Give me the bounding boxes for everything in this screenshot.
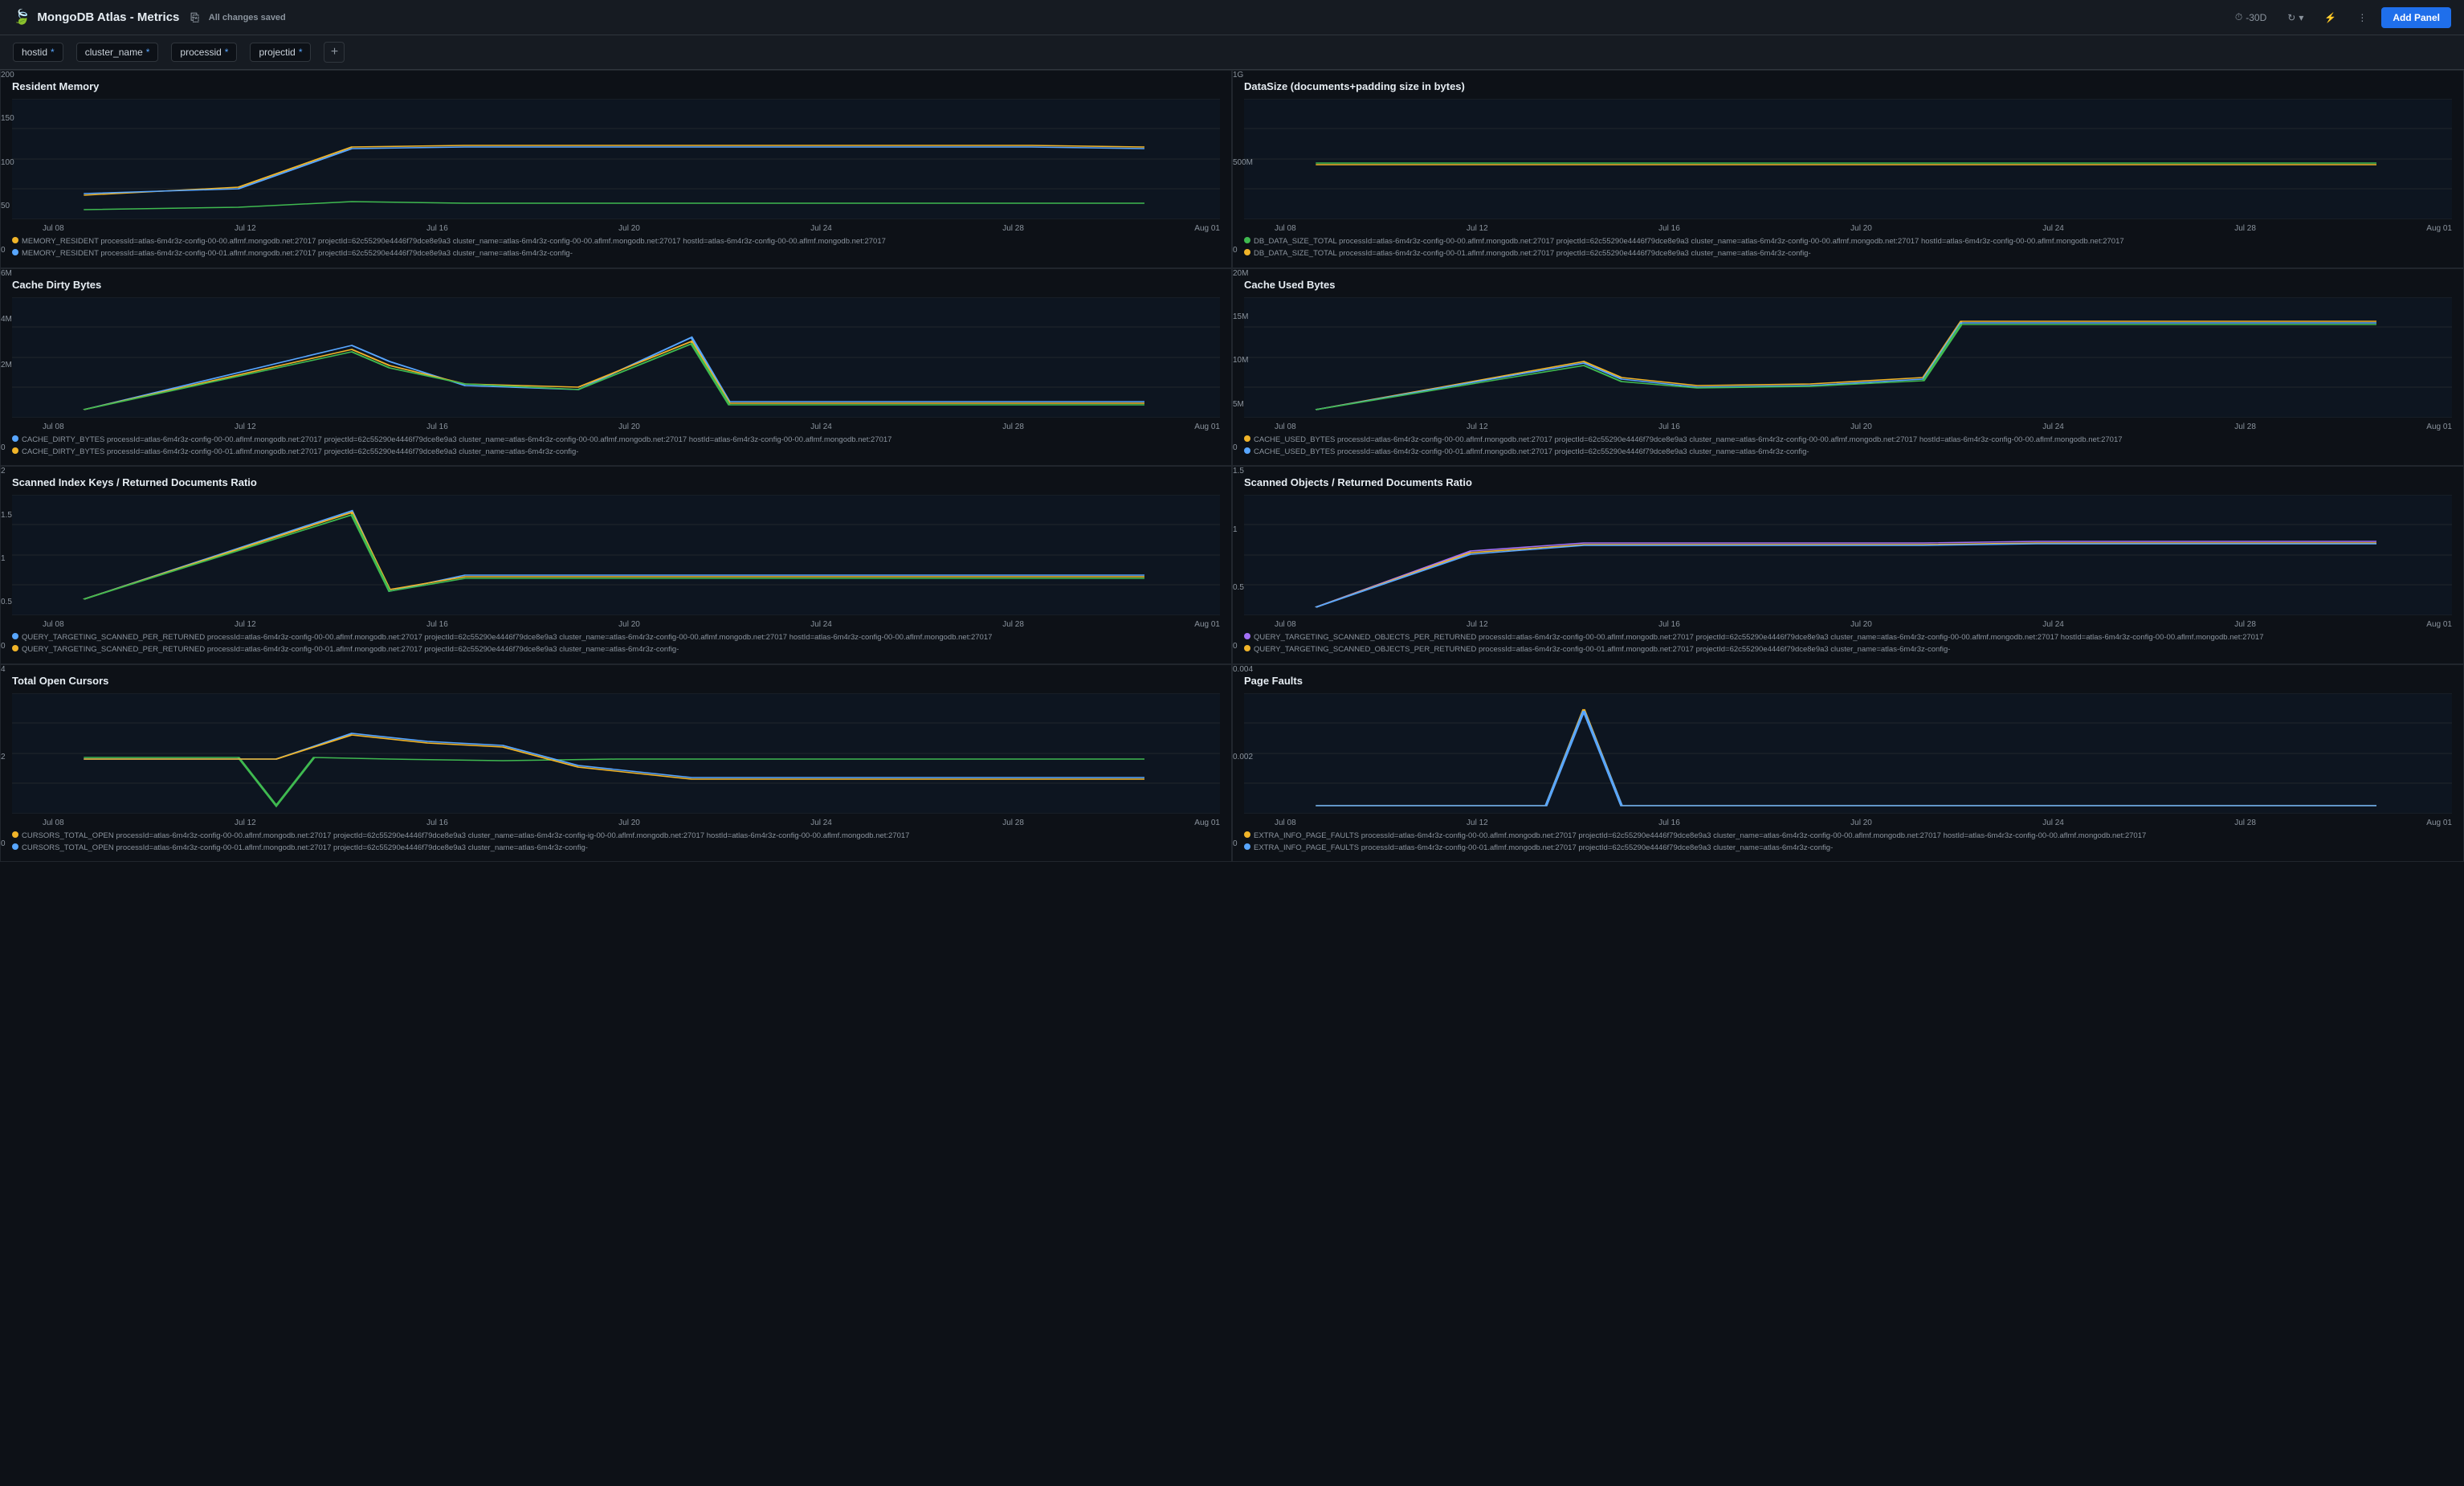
more-btn[interactable]: ⋮ xyxy=(2351,9,2373,27)
chevron-down-icon: ▾ xyxy=(2299,12,2303,23)
chart-legend: MEMORY_RESIDENT processId=atlas-6m4r3z-c… xyxy=(12,236,1220,261)
x-axis: Jul 08Jul 12Jul 16Jul 20Jul 24Jul 28Aug … xyxy=(1244,618,2452,629)
chart-legend: EXTRA_INFO_PAGE_FAULTS processId=atlas-6… xyxy=(1244,831,2452,855)
chart-svg xyxy=(1244,495,2452,615)
refresh-btn[interactable]: ↻ ▾ xyxy=(2281,9,2310,27)
x-axis: Jul 08Jul 12Jul 16Jul 20Jul 24Jul 28Aug … xyxy=(1244,817,2452,827)
app-header: 🍃 MongoDB Atlas - Metrics ⎘ All changes … xyxy=(0,0,2464,35)
x-axis: Jul 08Jul 12Jul 16Jul 20Jul 24Jul 28Aug … xyxy=(12,222,1220,233)
chart-svg xyxy=(12,495,1220,615)
chart-svg xyxy=(12,99,1220,219)
filter-cluster-name[interactable]: cluster_name * xyxy=(76,43,159,62)
panel-title: DataSize (documents+padding size in byte… xyxy=(1244,80,2452,92)
y-axis: 6M4M2M0 xyxy=(1,269,31,466)
chart-svg xyxy=(1244,99,2452,219)
panel-page-faults: Page Faults0.0040.0020Jul 08Jul 12Jul 16… xyxy=(1232,664,2464,863)
time-range-btn[interactable]: ⏱ -30D xyxy=(2229,8,2273,27)
add-panel-button[interactable]: Add Panel xyxy=(2381,7,2451,28)
clock-icon: ⏱ xyxy=(2235,11,2242,23)
panel-cache-dirty-bytes: Cache Dirty Bytes6M4M2M0Jul 08Jul 12Jul … xyxy=(0,268,1232,467)
x-axis: Jul 08Jul 12Jul 16Jul 20Jul 24Jul 28Aug … xyxy=(12,817,1220,827)
filter-projectid[interactable]: projectid * xyxy=(250,43,311,62)
panel-title: Cache Used Bytes xyxy=(1244,279,2452,291)
x-axis: Jul 08Jul 12Jul 16Jul 20Jul 24Jul 28Aug … xyxy=(1244,421,2452,431)
panel-title: Scanned Objects / Returned Documents Rat… xyxy=(1244,476,2452,488)
chart-svg xyxy=(12,297,1220,418)
saved-label: All changes saved xyxy=(209,13,286,22)
filter-hostid[interactable]: hostid * xyxy=(13,43,63,62)
y-axis: 1G500M0 xyxy=(1233,71,1263,267)
chart-legend: QUERY_TARGETING_SCANNED_OBJECTS_PER_RETU… xyxy=(1244,632,2452,657)
x-axis: Jul 08Jul 12Jul 16Jul 20Jul 24Jul 28Aug … xyxy=(1244,222,2452,233)
refresh-icon: ↻ xyxy=(2287,12,2295,23)
panel-data-size: DataSize (documents+padding size in byte… xyxy=(1232,70,2464,268)
panel-title: Cache Dirty Bytes xyxy=(12,279,1220,291)
chart-svg xyxy=(1244,693,2452,814)
dashboard: Resident Memory200150100500Jul 08Jul 12J… xyxy=(0,70,2464,862)
share-icon[interactable]: ⎘ xyxy=(190,11,198,24)
filter-processid[interactable]: processid * xyxy=(171,43,237,62)
mongo-icon: 🍃 xyxy=(13,9,31,26)
chart-legend: CACHE_DIRTY_BYTES processId=atlas-6m4r3z… xyxy=(12,435,1220,459)
x-axis: Jul 08Jul 12Jul 16Jul 20Jul 24Jul 28Aug … xyxy=(12,421,1220,431)
chart-legend: QUERY_TARGETING_SCANNED_PER_RETURNED pro… xyxy=(12,632,1220,657)
filter-bar: hostid * cluster_name * processid * proj… xyxy=(0,35,2464,70)
panel-scanned-index-keys: Scanned Index Keys / Returned Documents … xyxy=(0,466,1232,664)
panel-scanned-objects: Scanned Objects / Returned Documents Rat… xyxy=(1232,466,2464,664)
panel-resident-memory: Resident Memory200150100500Jul 08Jul 12J… xyxy=(0,70,1232,268)
app-title: 🍃 MongoDB Atlas - Metrics ⎘ All changes … xyxy=(13,9,286,26)
chart-legend: CURSORS_TOTAL_OPEN processId=atlas-6m4r3… xyxy=(12,831,1220,855)
panel-title: Total Open Cursors xyxy=(12,675,1220,687)
panel-total-open-cursors: Total Open Cursors420Jul 08Jul 12Jul 16J… xyxy=(0,664,1232,863)
y-axis: 200150100500 xyxy=(1,71,31,267)
add-filter-button[interactable]: + xyxy=(324,42,345,63)
y-axis: 21.510.50 xyxy=(1,467,31,663)
panel-title: Resident Memory xyxy=(12,80,1220,92)
panel-title: Page Faults xyxy=(1244,675,2452,687)
header-actions: ⏱ -30D ↻ ▾ ⚡ ⋮ Add Panel xyxy=(2229,7,2451,28)
y-axis: 0.0040.0020 xyxy=(1233,665,1263,862)
chart-svg xyxy=(12,693,1220,814)
y-axis: 1.510.50 xyxy=(1233,467,1263,663)
chart-legend: CACHE_USED_BYTES processId=atlas-6m4r3z-… xyxy=(1244,435,2452,459)
panel-title: Scanned Index Keys / Returned Documents … xyxy=(12,476,1220,488)
y-axis: 420 xyxy=(1,665,31,862)
chart-legend: DB_DATA_SIZE_TOTAL processId=atlas-6m4r3… xyxy=(1244,236,2452,261)
chart-svg xyxy=(1244,297,2452,418)
filter-btn[interactable]: ⚡ xyxy=(2318,9,2343,27)
x-axis: Jul 08Jul 12Jul 16Jul 20Jul 24Jul 28Aug … xyxy=(12,618,1220,629)
more-icon: ⋮ xyxy=(2357,12,2367,23)
filter-icon: ⚡ xyxy=(2324,12,2336,23)
y-axis: 20M15M10M5M0 xyxy=(1233,269,1263,466)
panel-cache-used-bytes: Cache Used Bytes20M15M10M5M0Jul 08Jul 12… xyxy=(1232,268,2464,467)
title-text: MongoDB Atlas - Metrics xyxy=(37,10,179,24)
